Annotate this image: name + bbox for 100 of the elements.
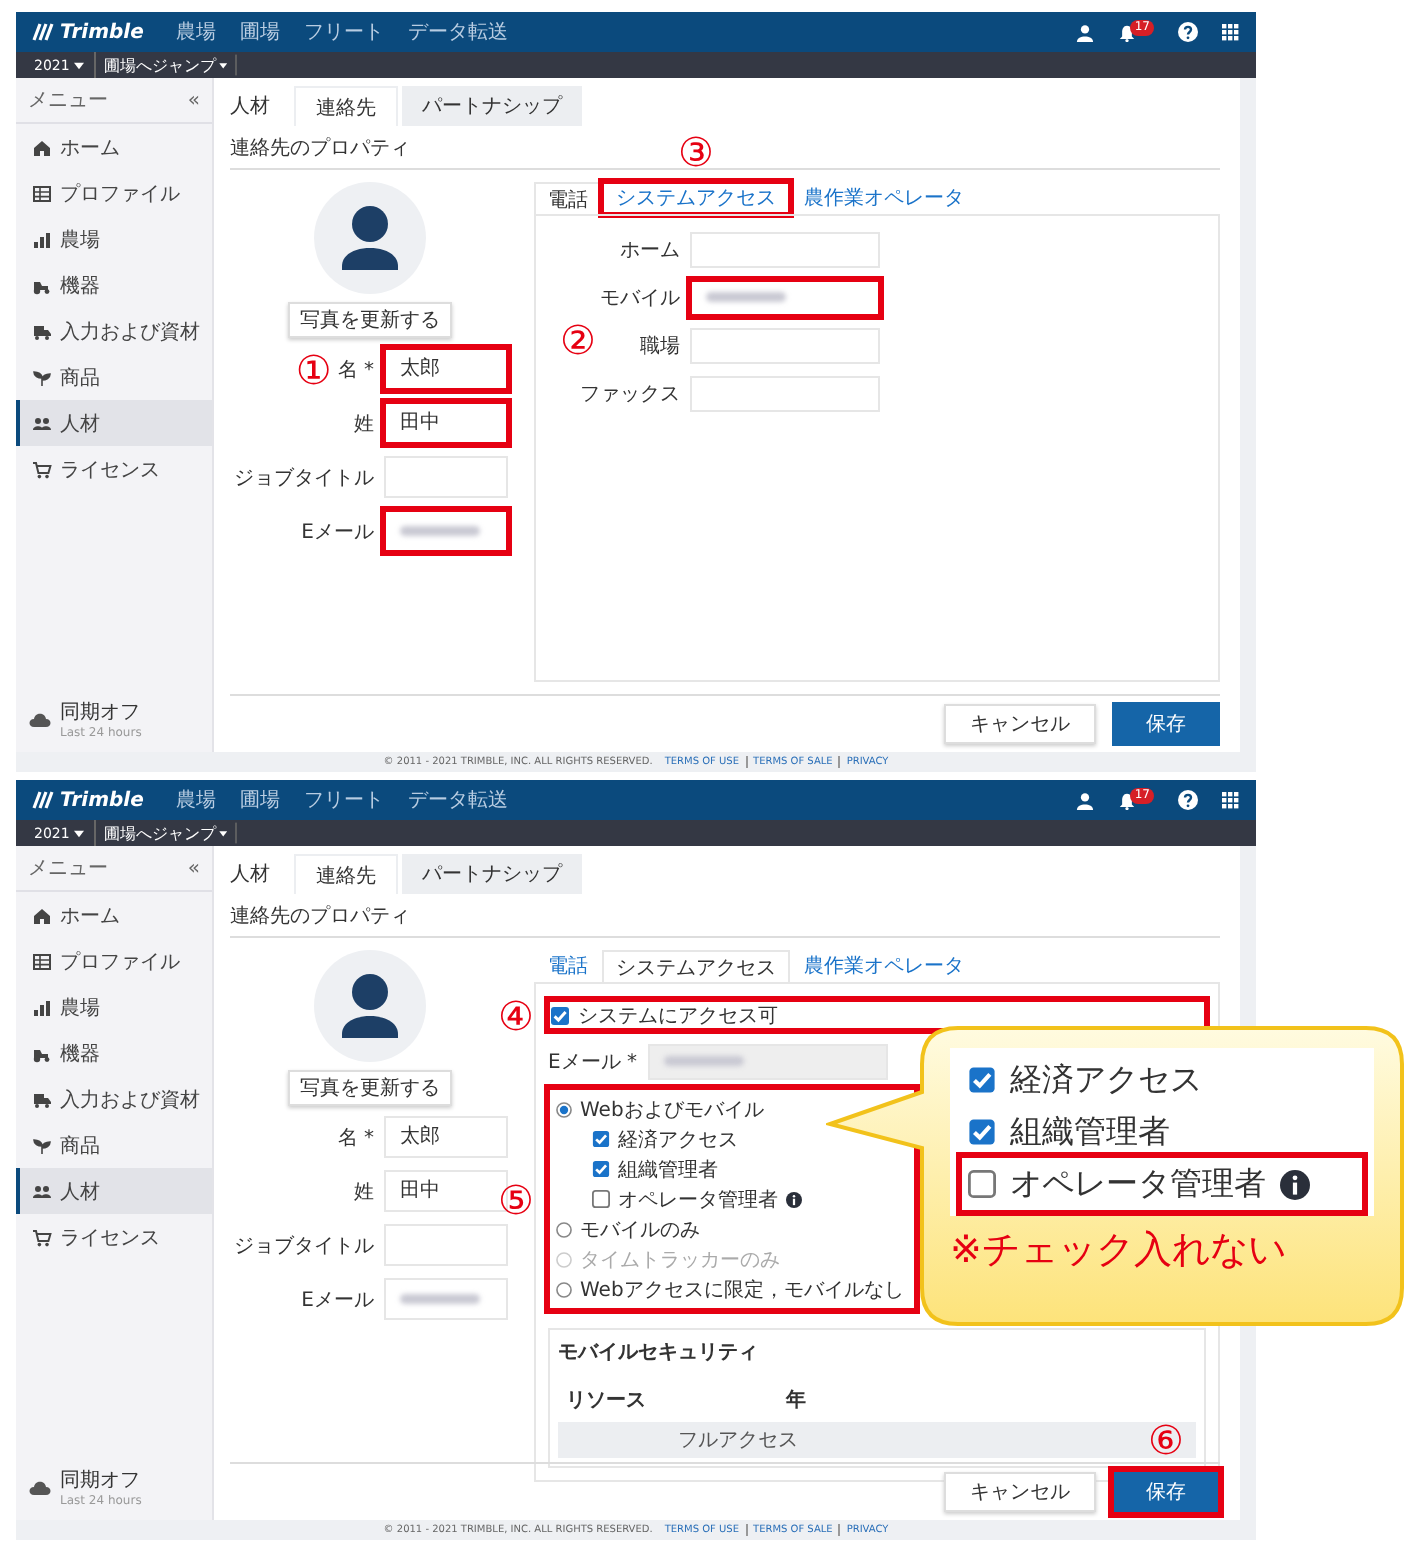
- sidebar-item[interactable]: 入力および資材: [16, 1076, 212, 1122]
- save-button[interactable]: 保存: [1112, 702, 1220, 746]
- access-option[interactable]: システムにアクセス可: [548, 1000, 1206, 1030]
- radio-button[interactable]: [556, 1221, 572, 1237]
- nav-link[interactable]: フリート: [303, 786, 384, 814]
- sidebar-item[interactable]: 商品: [16, 354, 212, 400]
- radio-button[interactable]: [556, 1281, 572, 1297]
- sidebar-item[interactable]: ライセンス: [16, 1214, 212, 1260]
- help-icon[interactable]: [1178, 790, 1198, 810]
- dropdown-button[interactable]: 圃場へジャンプ: [95, 54, 237, 76]
- sidebar-item[interactable]: 入力および資材: [16, 308, 212, 354]
- cloud-icon: [28, 710, 52, 728]
- caret-icon: [73, 61, 84, 69]
- bell-icon[interactable]: [1118, 791, 1137, 809]
- checkbox[interactable]: [968, 1118, 996, 1146]
- bell-icon[interactable]: [1118, 23, 1137, 41]
- checkbox-label: オペレータ管理者: [1010, 1163, 1266, 1205]
- tab[interactable]: システムアクセス: [602, 182, 790, 214]
- logo-text: Trimble: [60, 789, 144, 811]
- sync-status: 同期オフ: [60, 699, 142, 726]
- logo-text: Trimble: [60, 21, 144, 43]
- sidebar-item[interactable]: ホーム: [16, 892, 212, 938]
- sidebar-item[interactable]: ライセンス: [16, 446, 212, 492]
- sidebar-item[interactable]: 農場: [16, 984, 212, 1030]
- sidebar-item[interactable]: ホーム: [16, 124, 212, 170]
- field-label: 名 *: [337, 359, 374, 381]
- user-icon[interactable]: [1076, 23, 1095, 41]
- sidebar-item[interactable]: 農場: [16, 216, 212, 262]
- tab[interactable]: 農作業オペレータ: [790, 950, 978, 982]
- nav-link[interactable]: データ転送: [407, 786, 508, 814]
- table-icon: [32, 183, 52, 203]
- input-field[interactable]: [384, 510, 508, 552]
- collapse-button[interactable]: «: [187, 89, 200, 111]
- avatar-icon: [314, 182, 426, 294]
- help-icon[interactable]: [1178, 22, 1198, 42]
- apps-grid-icon[interactable]: [1222, 791, 1240, 809]
- update-photo-button[interactable]: 写真を更新する: [288, 1070, 452, 1106]
- collapse-button[interactable]: «: [187, 857, 200, 879]
- nav-link[interactable]: 農場: [175, 786, 216, 814]
- nav-link[interactable]: 農場: [175, 18, 216, 46]
- user-icon[interactable]: [1076, 791, 1095, 809]
- sidebar-item[interactable]: 商品: [16, 1122, 212, 1168]
- tab[interactable]: 電話: [534, 950, 602, 982]
- tab[interactable]: 連絡先: [294, 86, 398, 126]
- home-icon: [32, 905, 52, 925]
- column-header: リソース: [566, 1388, 648, 1414]
- info-icon[interactable]: [786, 1191, 802, 1207]
- tab[interactable]: パートナシップ: [402, 86, 582, 126]
- seedling-icon: [32, 367, 52, 387]
- redacted-value: [663, 1056, 743, 1066]
- input-field[interactable]: [690, 279, 880, 315]
- caret-icon: [218, 829, 227, 837]
- checkbox[interactable]: [550, 1005, 570, 1025]
- nav-link[interactable]: 圃場: [239, 786, 280, 814]
- checkbox[interactable]: [592, 1190, 610, 1208]
- bar-chart-icon: [32, 997, 52, 1017]
- tab[interactable]: 農作業オペレータ: [790, 182, 978, 214]
- checkbox[interactable]: [968, 1066, 996, 1094]
- checkbox-label: システムにアクセス可: [578, 1003, 778, 1029]
- tab[interactable]: システムアクセス: [602, 950, 790, 984]
- checkbox-label: 経済アクセス: [1010, 1059, 1202, 1101]
- cart-icon: [32, 459, 52, 479]
- step-number: ③: [678, 132, 714, 172]
- radio-button[interactable]: [556, 1101, 572, 1117]
- sidebar-item[interactable]: 機器: [16, 262, 212, 308]
- apps-grid-icon[interactable]: [1222, 23, 1240, 41]
- tab[interactable]: 連絡先: [294, 854, 398, 894]
- avatar-icon: [314, 950, 426, 1062]
- truck-icon: [32, 321, 52, 341]
- nav-link[interactable]: 圃場: [239, 18, 280, 46]
- dropdown-button[interactable]: 圃場へジャンプ: [95, 822, 237, 844]
- sidebar-item[interactable]: プロファイル: [16, 170, 212, 216]
- sidebar-item[interactable]: 人材: [16, 400, 212, 446]
- input-field[interactable]: 田中: [384, 402, 508, 444]
- sidebar-item[interactable]: 機器: [16, 1030, 212, 1076]
- cloud-icon: [28, 1478, 52, 1496]
- input-field[interactable]: 太郎: [384, 348, 508, 390]
- field-label: 姓: [354, 1181, 374, 1203]
- note-text: ※チェック入れない: [950, 1226, 1288, 1276]
- step-number: ⑥: [1148, 1420, 1184, 1460]
- section-title: モバイルセキュリティ: [558, 1340, 760, 1366]
- logo-icon: [32, 22, 56, 42]
- sidebar-item[interactable]: プロファイル: [16, 938, 212, 984]
- cancel-button[interactable]: キャンセル: [944, 704, 1096, 744]
- checkbox[interactable]: [968, 1170, 996, 1198]
- save-button[interactable]: 保存: [1112, 1470, 1220, 1514]
- menu-title: メニュー: [28, 88, 108, 114]
- checkbox[interactable]: [592, 1160, 610, 1178]
- sidebar-item[interactable]: 人材: [16, 1168, 212, 1214]
- column-header: 年: [786, 1387, 806, 1414]
- redacted-value: [706, 292, 786, 302]
- checkbox[interactable]: [592, 1130, 610, 1148]
- update-photo-button[interactable]: 写真を更新する: [288, 302, 452, 338]
- nav-link[interactable]: フリート: [303, 18, 384, 46]
- field-label: ジョブタイトル: [234, 1235, 374, 1257]
- nav-link[interactable]: データ転送: [407, 18, 508, 46]
- tab[interactable]: パートナシップ: [402, 854, 582, 894]
- info-icon[interactable]: [1280, 1169, 1310, 1199]
- input-field[interactable]: 太郎: [384, 1116, 508, 1158]
- cancel-button[interactable]: キャンセル: [944, 1472, 1096, 1512]
